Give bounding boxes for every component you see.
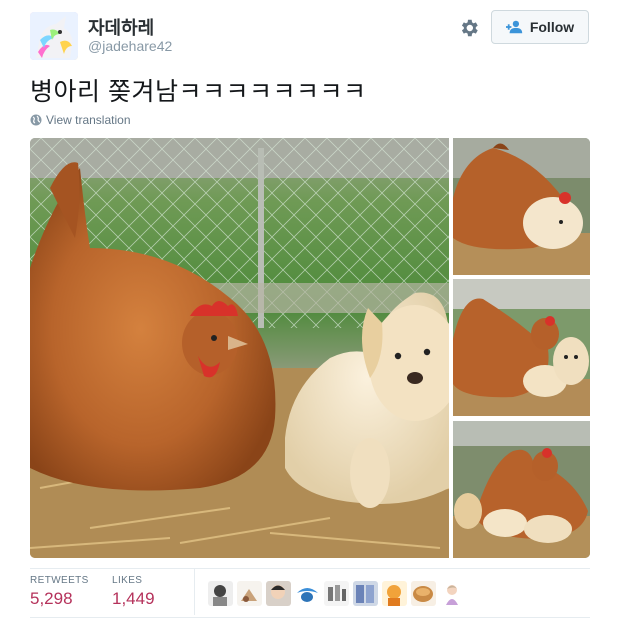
liker-avatars: [208, 581, 465, 607]
retweets-stat[interactable]: RETWEETS 5,298: [30, 575, 89, 609]
photo-thumb-3[interactable]: [453, 421, 590, 558]
follow-button[interactable]: Follow: [491, 10, 589, 44]
photo-thumb-1[interactable]: [453, 138, 590, 275]
liker-avatar[interactable]: [353, 581, 378, 606]
display-name[interactable]: 자데하레: [88, 14, 154, 40]
retweets-label: RETWEETS: [30, 575, 89, 586]
likes-count: 1,449: [112, 589, 155, 608]
liker-avatar[interactable]: [324, 581, 349, 606]
user-handle[interactable]: @jadehare42: [88, 38, 172, 54]
view-translation-label: View translation: [46, 113, 131, 127]
globe-icon: [30, 114, 42, 126]
hen-puppies-thumb-photo: [453, 279, 590, 416]
tweet-header: 자데하레 @jadehare42 Follow: [30, 10, 590, 60]
liker-avatar[interactable]: [440, 581, 465, 606]
stats-bottom-divider: [30, 617, 590, 618]
tweet-text: 병아리 쫒겨남ㅋㅋㅋㅋㅋㅋㅋㅋ: [30, 78, 367, 106]
gear-icon[interactable]: [458, 17, 480, 39]
likes-label: LIKES: [112, 575, 143, 586]
hen-puppies-thumb-photo: [453, 421, 590, 558]
hen-and-puppy-photo: [30, 138, 449, 558]
view-translation-link[interactable]: View translation: [30, 113, 131, 127]
user-avatar[interactable]: [30, 12, 78, 60]
media-grid: [30, 138, 590, 558]
add-user-icon: [505, 20, 523, 34]
liker-avatar[interactable]: [237, 581, 262, 606]
liker-avatar[interactable]: [266, 581, 291, 606]
photo-thumb-2[interactable]: [453, 279, 590, 416]
tweet-stats: RETWEETS 5,298 LIKES 1,449: [30, 569, 590, 615]
liker-avatar[interactable]: [208, 581, 233, 606]
retweets-count: 5,298: [30, 589, 73, 608]
liker-avatar[interactable]: [382, 581, 407, 606]
likes-stat[interactable]: LIKES 1,449: [112, 575, 155, 609]
liker-avatar[interactable]: [411, 581, 436, 606]
liker-avatar[interactable]: [295, 581, 320, 606]
hen-puppy-thumb-photo: [453, 138, 590, 275]
follow-label: Follow: [529, 19, 575, 35]
photo-main[interactable]: [30, 138, 449, 558]
stats-top-divider: [30, 568, 590, 569]
stats-separator: [194, 569, 195, 615]
unicorn-avatar-icon: [30, 12, 78, 60]
